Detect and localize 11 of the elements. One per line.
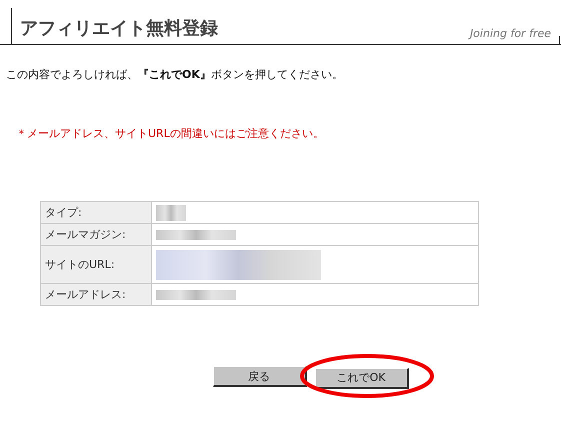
field-label: メールアドレス: [40,284,152,306]
back-button[interactable]: 戻る [212,366,306,387]
ok-button[interactable]: これでOK [314,368,408,388]
warning-notice: ＊メールアドレス、サイトURLの間違いにはご注意ください。 [16,126,325,141]
blurred-value [156,204,186,220]
confirmation-instruction: この内容でよろしければ、『これでOK』ボタンを押してください。 [6,67,344,82]
field-label: タイプ: [40,202,152,224]
page-title: アフィリエイト無料登録 [19,17,218,41]
field-label: メールマガジン: [40,224,152,246]
page-subtitle: Joining for free [470,27,551,42]
field-label: サイトのURL: [40,246,152,284]
